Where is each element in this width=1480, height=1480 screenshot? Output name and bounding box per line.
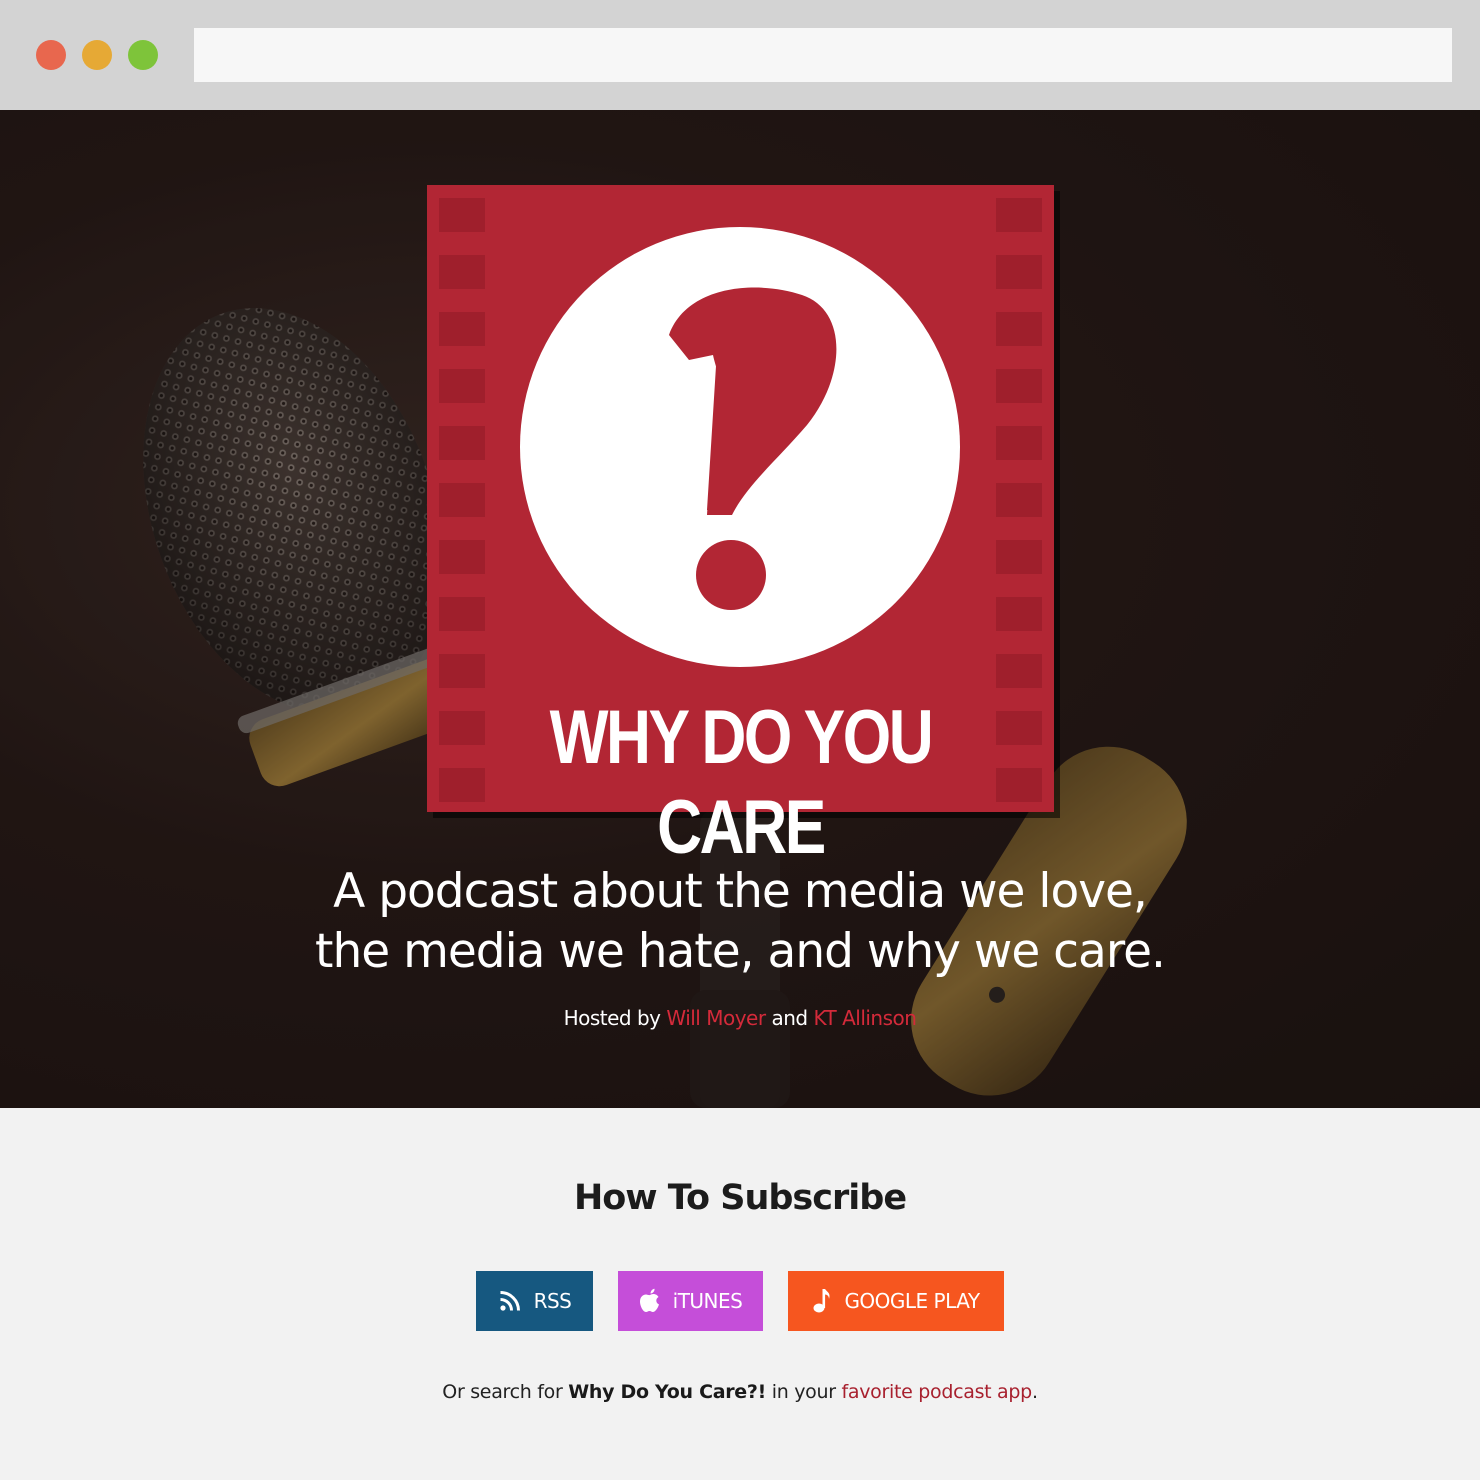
search-note-suffix: .: [1031, 1381, 1038, 1403]
google-play-button-label: GOOGLE PLAY: [844, 1289, 980, 1313]
subscribe-heading: How To Subscribe: [573, 1178, 907, 1218]
hosted-by-label: Hosted by: [563, 1006, 661, 1030]
window-minimize-button[interactable]: [82, 40, 112, 70]
favorite-podcast-app-link[interactable]: favorite podcast app: [841, 1381, 1032, 1403]
browser-chrome: [0, 0, 1480, 110]
podcast-cover-art: WHY DO YOU CARE: [427, 185, 1054, 870]
search-note: Or search for Why Do You Care?! in your …: [0, 1381, 1480, 1403]
podcast-name: Why Do You Care?!: [568, 1381, 766, 1403]
itunes-button[interactable]: iTUNES: [618, 1271, 763, 1331]
rss-icon: [499, 1291, 520, 1311]
window-close-button[interactable]: [36, 40, 66, 70]
address-bar[interactable]: [194, 28, 1452, 82]
host-link-will-moyer[interactable]: Will Moyer: [666, 1006, 766, 1030]
host-link-kt-allinson[interactable]: KT Allinson: [813, 1006, 917, 1030]
and-label: and: [771, 1006, 808, 1030]
hosts-line: Hosted by Will Moyer and KT Allinson: [340, 1006, 1140, 1030]
music-note-icon: [813, 1289, 830, 1313]
tagline-line-2: the media we hate, and why we care.: [315, 924, 1166, 979]
itunes-button-label: iTUNES: [672, 1289, 743, 1313]
search-note-prefix: Or search for: [442, 1381, 563, 1403]
google-play-button[interactable]: GOOGLE PLAY: [788, 1271, 1004, 1331]
window-maximize-button[interactable]: [128, 40, 158, 70]
tagline-line-1: A podcast about the media we love,: [333, 864, 1148, 919]
rss-button-label: RSS: [533, 1289, 572, 1313]
search-note-middle: in your: [771, 1381, 836, 1403]
podcast-tagline: A podcast about the media we love, the m…: [240, 862, 1240, 982]
hero-section: WHY DO YOU CARE A podcast about the medi…: [0, 110, 1480, 1108]
cover-title: WHY DO YOU CARE: [549, 695, 934, 870]
apple-icon: [639, 1288, 659, 1312]
rss-button[interactable]: RSS: [476, 1271, 593, 1331]
